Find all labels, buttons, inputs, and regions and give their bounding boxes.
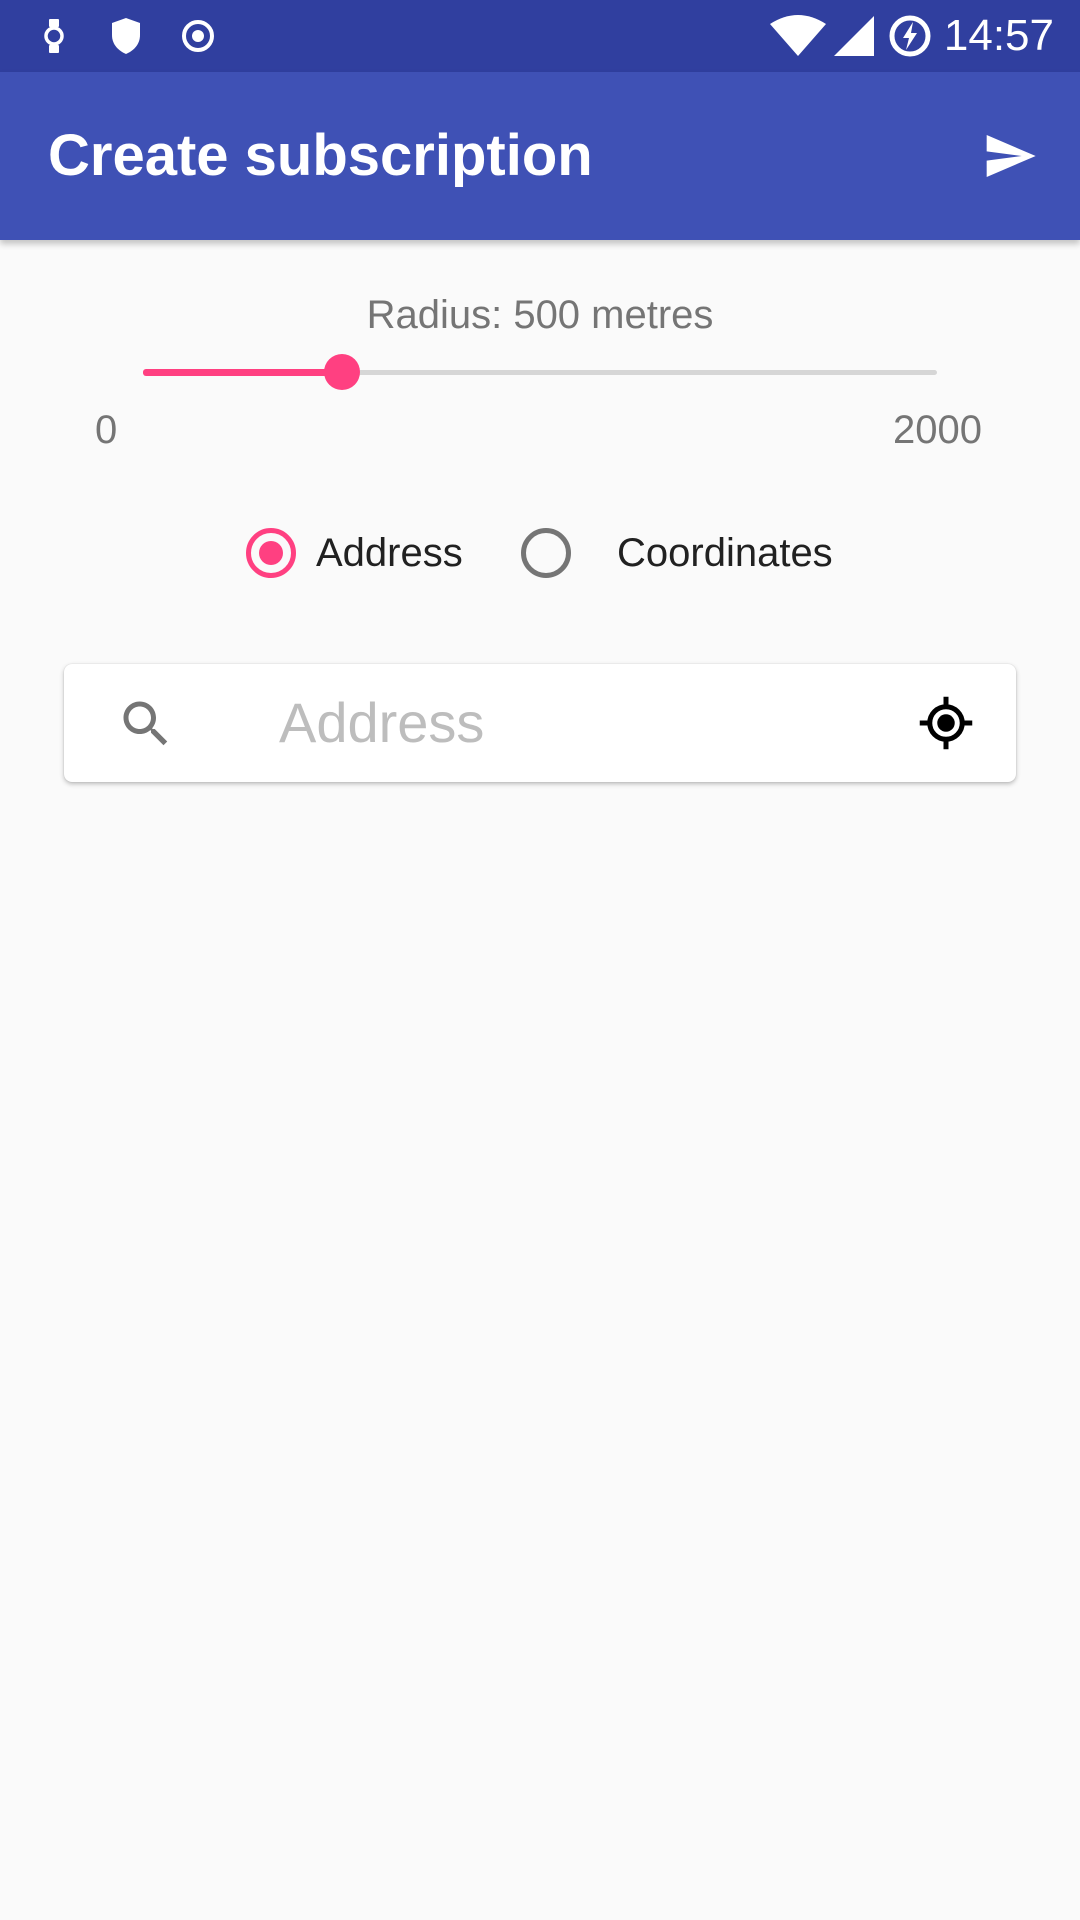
radius-label: Radius: 500 metres [366, 293, 714, 337]
radio-coordinates-label: Coordinates [617, 531, 833, 575]
slider-thumb[interactable] [323, 354, 360, 390]
search-icon [123, 701, 168, 746]
radio-coordinates-button[interactable] [521, 528, 571, 578]
radius-slider[interactable] [143, 352, 937, 392]
wifi-icon [770, 15, 826, 56]
page-title: Create subscription [48, 123, 593, 188]
signal-icon [834, 16, 874, 56]
status-bar: 14:57 [0, 0, 1080, 72]
slider-min-label: 0 [95, 408, 118, 452]
address-search-card [64, 664, 1016, 782]
send-icon [986, 135, 1036, 177]
radio-coordinates[interactable]: Coordinates [521, 522, 833, 584]
radio-address[interactable]: Address [246, 522, 463, 584]
target-icon [182, 20, 214, 52]
radio-dot [259, 541, 283, 565]
watch-icon [44, 19, 64, 53]
radio-address-label: Address [316, 531, 463, 575]
status-time: 14:57 [943, 11, 1054, 60]
slider-fill [143, 369, 342, 376]
address-input[interactable] [279, 684, 919, 762]
location-mode-radio-group: Address Coordinates [0, 522, 1080, 584]
battery-charging-icon [889, 15, 931, 57]
send-button[interactable] [966, 112, 1054, 200]
shield-icon [112, 18, 140, 54]
slider-max-label: 2000 [893, 408, 982, 452]
radio-address-button[interactable] [246, 528, 296, 578]
app-bar: Create subscription [0, 72, 1080, 240]
my-location-icon[interactable] [916, 693, 976, 753]
